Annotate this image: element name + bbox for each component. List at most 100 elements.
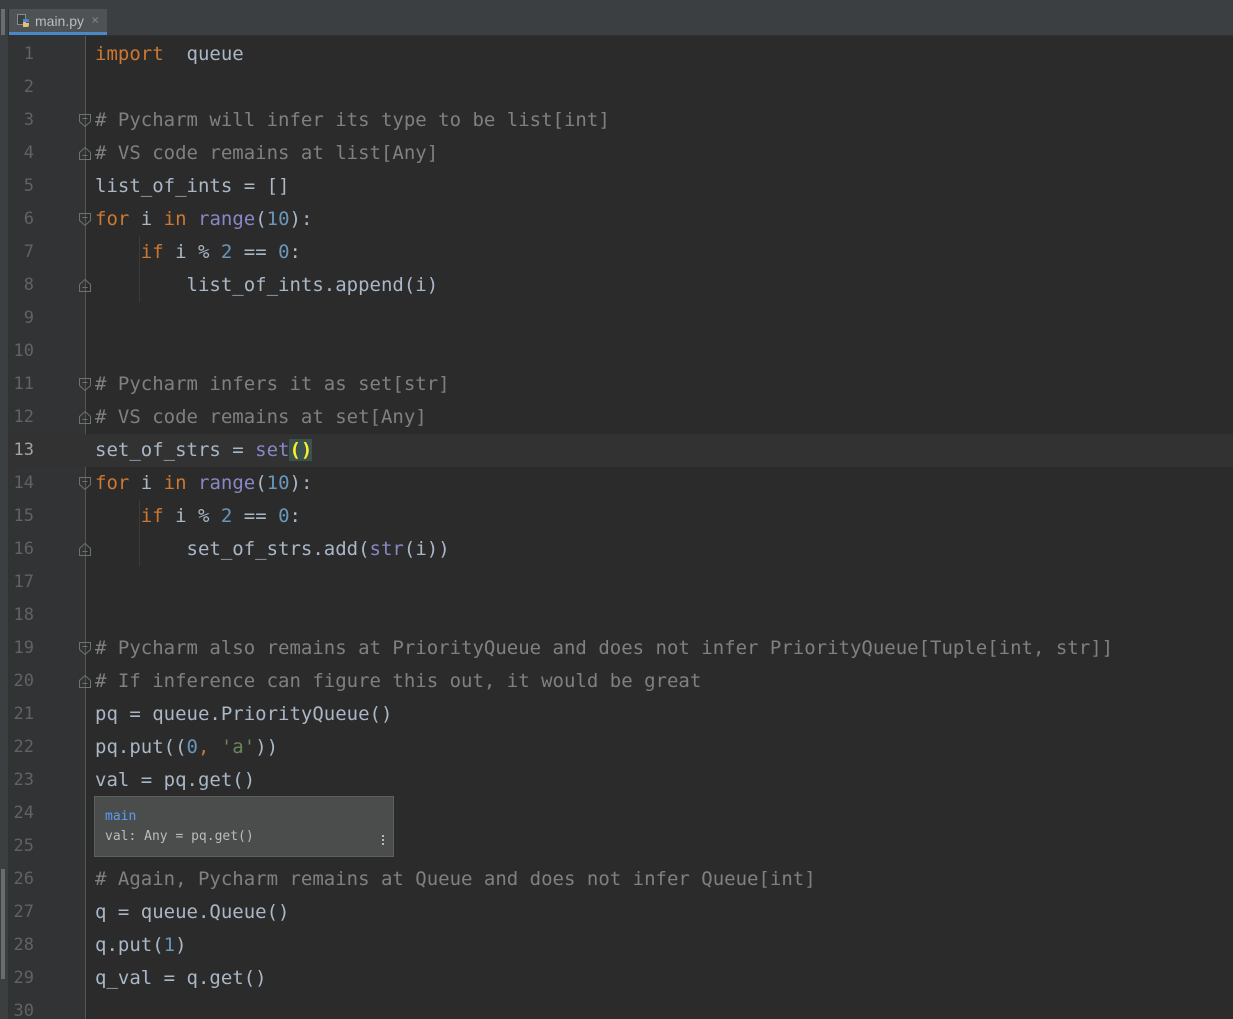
fold-start-icon[interactable] <box>78 476 92 491</box>
code-token: pq.put(( <box>95 736 187 758</box>
code-text[interactable]: list_of_ints.append(i) <box>95 269 439 302</box>
code-text[interactable]: set_of_strs.add(str(i)) <box>95 533 450 566</box>
fold-start-icon[interactable] <box>78 641 92 656</box>
code-text[interactable]: list_of_ints = [] <box>95 170 289 203</box>
fold-start-icon[interactable] <box>78 377 92 392</box>
fold-start-icon[interactable] <box>78 113 92 128</box>
line-number: 24 <box>13 803 34 823</box>
code-line[interactable]: 20 # If inference can figure this out, it… <box>9 665 1233 698</box>
line-number: 28 <box>13 935 34 955</box>
code-line[interactable]: 5 list_of_ints = [] <box>9 170 1233 203</box>
line-number: 13 <box>13 440 34 460</box>
fold-end-icon[interactable] <box>78 542 92 557</box>
code-text[interactable]: # Again, Pycharm remains at Queue and do… <box>95 863 816 896</box>
code-line[interactable]: 2 <box>9 71 1233 104</box>
code-token: # Pycharm infers it as set[str] <box>95 373 450 395</box>
tool-window-button[interactable] <box>1 9 5 35</box>
tool-window-strip <box>0 9 9 1019</box>
code-text[interactable]: for i in range(10): <box>95 203 312 236</box>
code-line[interactable]: 9 <box>9 302 1233 335</box>
line-number: 14 <box>13 473 34 493</box>
fold-end-icon[interactable] <box>78 146 92 161</box>
code-text[interactable]: # Pycharm also remains at PriorityQueue … <box>95 632 1113 665</box>
code-line[interactable]: 26 # Again, Pycharm remains at Queue and … <box>9 863 1233 896</box>
more-vertical-icon[interactable] <box>381 835 385 849</box>
code-line[interactable]: 14 for i in range(10): <box>9 467 1233 500</box>
code-token: == <box>232 241 279 263</box>
code-token: # VS code remains at set[Any] <box>95 406 427 428</box>
fold-end-icon[interactable] <box>78 410 92 425</box>
code-text[interactable]: # Pycharm will infer its type to be list… <box>95 104 610 137</box>
code-token: import <box>95 43 164 65</box>
code-token: if <box>140 505 164 527</box>
fold-start-icon[interactable] <box>78 212 92 227</box>
code-text[interactable]: pq = queue.PriorityQueue() <box>95 698 392 731</box>
code-text[interactable]: for i in range(10): <box>95 467 312 500</box>
code-token: # If inference can figure this out, it w… <box>95 670 702 692</box>
code-line[interactable]: 4 # VS code remains at list[Any] <box>9 137 1233 170</box>
code-token: 'a' <box>220 736 256 758</box>
code-token: )) <box>255 736 279 758</box>
code-text[interactable]: pq.put((0, 'a')) <box>95 731 278 764</box>
code-text[interactable]: q.put(1) <box>95 929 187 962</box>
code-token: set <box>255 439 290 461</box>
code-line[interactable]: 21 pq = queue.PriorityQueue() <box>9 698 1233 731</box>
tab-main-py[interactable]: main.py × <box>9 9 108 35</box>
code-text[interactable]: # VS code remains at set[Any] <box>95 401 427 434</box>
code-text[interactable]: q_val = q.get() <box>95 962 267 995</box>
code-token: ): <box>289 208 313 230</box>
line-number: 8 <box>23 275 34 295</box>
code-text[interactable]: import queue <box>95 38 244 71</box>
close-tab-icon[interactable]: × <box>91 15 99 26</box>
code-line[interactable]: 28 q.put(1) <box>9 929 1233 962</box>
code-text[interactable]: val = pq.get() <box>95 764 255 797</box>
code-line[interactable]: 10 <box>9 335 1233 368</box>
code-token: q_val = q.get() <box>95 967 267 989</box>
code-token: : <box>289 241 301 263</box>
code-token: 0 <box>278 241 290 263</box>
code-token: , <box>197 736 221 758</box>
code-line[interactable]: 8 list_of_ints.append(i) <box>9 269 1233 302</box>
code-token: range <box>198 208 256 230</box>
code-line[interactable]: 29 q_val = q.get() <box>9 962 1233 995</box>
code-token: ( <box>255 472 267 494</box>
code-line[interactable]: 7 if i % 2 == 0: <box>9 236 1233 269</box>
code-line[interactable]: 15 if i % 2 == 0: <box>9 500 1233 533</box>
fold-end-icon[interactable] <box>78 278 92 293</box>
code-token: list_of_ints.append(i) <box>95 274 439 296</box>
code-text[interactable]: if i % 2 == 0: <box>95 500 301 533</box>
indent-guide <box>139 500 140 566</box>
code-editor[interactable]: 1 import queue 2 3 # Pycharm will infer its … <box>9 36 1233 1019</box>
code-token: in <box>163 472 187 494</box>
code-line[interactable]: 27 q = queue.Queue() <box>9 896 1233 929</box>
code-line[interactable]: 6 for i in range(10): <box>9 203 1233 236</box>
code-line[interactable]: 1 import queue <box>9 38 1233 71</box>
code-text[interactable]: # Pycharm infers it as set[str] <box>95 368 450 401</box>
code-line[interactable]: 30 <box>9 995 1233 1019</box>
code-line[interactable]: 16 set_of_strs.add(str(i)) <box>9 533 1233 566</box>
code-text[interactable]: if i % 2 == 0: <box>95 236 301 269</box>
code-text[interactable]: # VS code remains at list[Any] <box>95 137 438 170</box>
code-line[interactable]: 3 # Pycharm will infer its type to be lis… <box>9 104 1233 137</box>
code-line[interactable]: 11 # Pycharm infers it as set[str] <box>9 368 1233 401</box>
line-number: 23 <box>13 770 34 790</box>
code-line[interactable]: 17 <box>9 566 1233 599</box>
code-line[interactable]: 19 # Pycharm also remains at PriorityQueu… <box>9 632 1233 665</box>
code-line[interactable]: 18 <box>9 599 1233 632</box>
code-text[interactable]: q = queue.Queue() <box>95 896 289 929</box>
code-line[interactable]: 13 set_of_strs = set() <box>9 434 1233 467</box>
fold-end-icon[interactable] <box>78 674 92 689</box>
code-text[interactable]: set_of_strs = set() <box>95 434 313 467</box>
code-line[interactable]: 23 val = pq.get() <box>9 764 1233 797</box>
line-number: 27 <box>13 902 34 922</box>
indent-guide <box>139 236 140 302</box>
line-number: 20 <box>13 671 34 691</box>
tool-window-button[interactable] <box>1 869 5 979</box>
code-token: (i)) <box>403 538 450 560</box>
line-number: 25 <box>13 836 34 856</box>
code-text[interactable]: # If inference can figure this out, it w… <box>95 665 701 698</box>
code-line[interactable]: 22 pq.put((0, 'a')) <box>9 731 1233 764</box>
ide-window: main.py × 1 import queue 2 3 # Pycharm will … <box>0 0 1233 1019</box>
code-token: 10 <box>266 472 290 494</box>
code-line[interactable]: 12 # VS code remains at set[Any] <box>9 401 1233 434</box>
